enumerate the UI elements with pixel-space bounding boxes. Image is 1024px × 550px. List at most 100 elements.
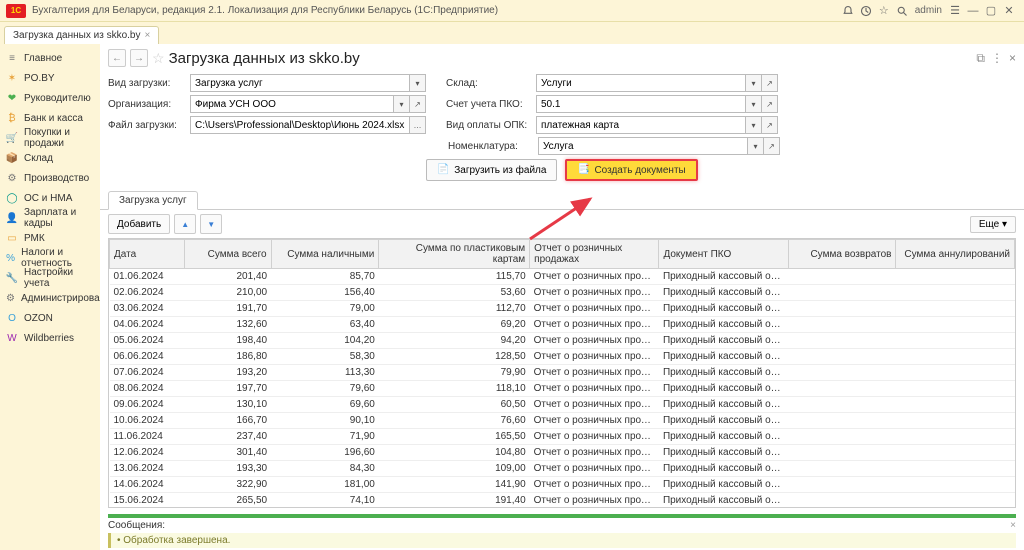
- open-nomen[interactable]: ↗: [764, 137, 780, 155]
- input-vid[interactable]: [190, 74, 410, 92]
- table-row[interactable]: 09.06.2024130,1069,6060,50Отчет о рознич…: [110, 397, 1015, 413]
- table-row[interactable]: 12.06.2024301,40196,60104,80Отчет о розн…: [110, 445, 1015, 461]
- table-row[interactable]: 02.06.2024210,00156,4053,60Отчет о розни…: [110, 285, 1015, 301]
- sidebar-item[interactable]: 🔧Настройки учета: [0, 268, 100, 288]
- cell: [896, 445, 1015, 461]
- sidebar-item[interactable]: %Налоги и отчетность: [0, 248, 100, 268]
- sidebar-item[interactable]: ✶PO.BY: [0, 68, 100, 88]
- dd-sklad[interactable]: ▾: [746, 74, 762, 92]
- input-sklad[interactable]: [536, 74, 746, 92]
- history-icon[interactable]: [857, 3, 875, 19]
- load-from-file-button[interactable]: 📄 Загрузить из файла: [426, 159, 557, 181]
- app-title: Бухгалтерия для Беларуси, редакция 2.1. …: [32, 5, 498, 16]
- sidebar-item[interactable]: 📦Склад: [0, 148, 100, 168]
- message-line: • Обработка завершена.: [108, 533, 1016, 548]
- close-window-icon[interactable]: ✕: [1000, 3, 1018, 19]
- cell: 118,10: [379, 381, 530, 397]
- dd-schet[interactable]: ▾: [746, 95, 762, 113]
- open-org[interactable]: ↗: [410, 95, 426, 113]
- sidebar-item[interactable]: OOZON: [0, 308, 100, 328]
- minimize-icon[interactable]: —: [964, 3, 982, 19]
- col-header[interactable]: Сумма по пластиковым картам: [379, 240, 530, 269]
- sidebar-item[interactable]: ⚙Производство: [0, 168, 100, 188]
- kebab-icon[interactable]: ⋮: [991, 51, 1003, 66]
- col-header[interactable]: Сумма аннулирований: [896, 240, 1015, 269]
- sidebar-label: Налоги и отчетность: [21, 247, 94, 269]
- open-sklad[interactable]: ↗: [762, 74, 778, 92]
- table-row[interactable]: 13.06.2024193,3084,30109,00Отчет о розни…: [110, 461, 1015, 477]
- col-header[interactable]: Сумма наличными: [271, 240, 379, 269]
- favorite-icon[interactable]: ☆: [152, 50, 165, 67]
- input-file[interactable]: [190, 116, 410, 134]
- create-documents-button[interactable]: 📑 Создать документы: [565, 159, 697, 181]
- sidebar-item[interactable]: ❤Руководителю: [0, 88, 100, 108]
- open-schet[interactable]: ↗: [762, 95, 778, 113]
- table-row[interactable]: 05.06.2024198,40104,2094,20Отчет о розни…: [110, 333, 1015, 349]
- bell-icon[interactable]: [839, 3, 857, 19]
- data-grid[interactable]: ДатаСумма всегоСумма наличнымиСумма по п…: [108, 238, 1016, 508]
- input-vidopl[interactable]: [536, 116, 746, 134]
- table-row[interactable]: 06.06.2024186,8058,30128,50Отчет о розни…: [110, 349, 1015, 365]
- sidebar-item[interactable]: WWildberries: [0, 328, 100, 348]
- col-header[interactable]: Документ ПКО: [659, 240, 788, 269]
- col-header[interactable]: Дата: [110, 240, 185, 269]
- table-row[interactable]: 10.06.2024166,7090,1076,60Отчет о рознич…: [110, 413, 1015, 429]
- user-label[interactable]: admin: [911, 3, 946, 19]
- input-schet[interactable]: [536, 95, 746, 113]
- table-row[interactable]: 11.06.2024237,4071,90165,50Отчет о розни…: [110, 429, 1015, 445]
- table-row[interactable]: 01.06.2024201,4085,70115,70Отчет о розни…: [110, 269, 1015, 285]
- cell: 197,70: [185, 381, 271, 397]
- window-tab[interactable]: Загрузка данных из skko.by ×: [4, 26, 159, 44]
- cell: Приходный кассовый ордер ...: [659, 381, 788, 397]
- label-vidopl: Вид оплаты ОПК:: [446, 120, 530, 131]
- move-up-button[interactable]: [174, 214, 196, 234]
- sidebar-item[interactable]: ◯ОС и НМА: [0, 188, 100, 208]
- cell: [896, 461, 1015, 477]
- table-row[interactable]: 14.06.2024322,90181,00141,90Отчет о розн…: [110, 477, 1015, 493]
- sidebar-item[interactable]: 👤Зарплата и кадры: [0, 208, 100, 228]
- cell: 10.06.2024: [110, 413, 185, 429]
- tab-load-services[interactable]: Загрузка услуг: [108, 191, 198, 210]
- nav-back-button[interactable]: ←: [108, 49, 126, 67]
- sidebar-item[interactable]: ▭РМК: [0, 228, 100, 248]
- open-vidopl[interactable]: ↗: [762, 116, 778, 134]
- dd-vid[interactable]: ▾: [410, 74, 426, 92]
- open-window-icon[interactable]: ⧉: [976, 51, 985, 66]
- page-close-icon[interactable]: ×: [1009, 51, 1016, 66]
- cell: 79,90: [379, 365, 530, 381]
- tab-close-icon[interactable]: ×: [144, 30, 150, 41]
- cell: [788, 493, 896, 509]
- input-org[interactable]: [190, 95, 394, 113]
- sidebar-item[interactable]: ₿Банк и касса: [0, 108, 100, 128]
- star-icon[interactable]: ☆: [875, 3, 893, 19]
- label-org: Организация:: [108, 99, 184, 110]
- sidebar-icon: ◯: [6, 192, 18, 204]
- dd-vidopl[interactable]: ▾: [746, 116, 762, 134]
- col-header[interactable]: Отчет о розничных продажах: [530, 240, 659, 269]
- browse-file[interactable]: …: [410, 116, 426, 134]
- col-header[interactable]: Сумма всего: [185, 240, 271, 269]
- sidebar-item[interactable]: ≡Главное: [0, 48, 100, 68]
- messages-close-icon[interactable]: ×: [1010, 520, 1016, 531]
- table-row[interactable]: 15.06.2024265,5074,10191,40Отчет о розни…: [110, 493, 1015, 509]
- table-row[interactable]: 04.06.2024132,6063,4069,20Отчет о рознич…: [110, 317, 1015, 333]
- cell: 02.06.2024: [110, 285, 185, 301]
- dd-nomen[interactable]: ▾: [748, 137, 764, 155]
- table-row[interactable]: 03.06.2024191,7079,00112,70Отчет о розни…: [110, 301, 1015, 317]
- cell: 05.06.2024: [110, 333, 185, 349]
- table-row[interactable]: 07.06.2024193,20113,3079,90Отчет о розни…: [110, 365, 1015, 381]
- move-down-button[interactable]: [200, 214, 222, 234]
- sidebar-item[interactable]: ⚙Администрирование: [0, 288, 100, 308]
- add-row-button[interactable]: Добавить: [108, 214, 170, 234]
- cell: 128,50: [379, 349, 530, 365]
- maximize-icon[interactable]: ▢: [982, 3, 1000, 19]
- search-icon[interactable]: [893, 3, 911, 19]
- col-header[interactable]: Сумма возвратов: [788, 240, 896, 269]
- more-button[interactable]: Еще ▾: [970, 216, 1016, 233]
- dd-org[interactable]: ▾: [394, 95, 410, 113]
- nav-fwd-button[interactable]: →: [130, 49, 148, 67]
- menu-icon[interactable]: ☰: [946, 3, 964, 19]
- sidebar-item[interactable]: 🛒Покупки и продажи: [0, 128, 100, 148]
- input-nomen[interactable]: [538, 137, 748, 155]
- table-row[interactable]: 08.06.2024197,7079,60118,10Отчет о розни…: [110, 381, 1015, 397]
